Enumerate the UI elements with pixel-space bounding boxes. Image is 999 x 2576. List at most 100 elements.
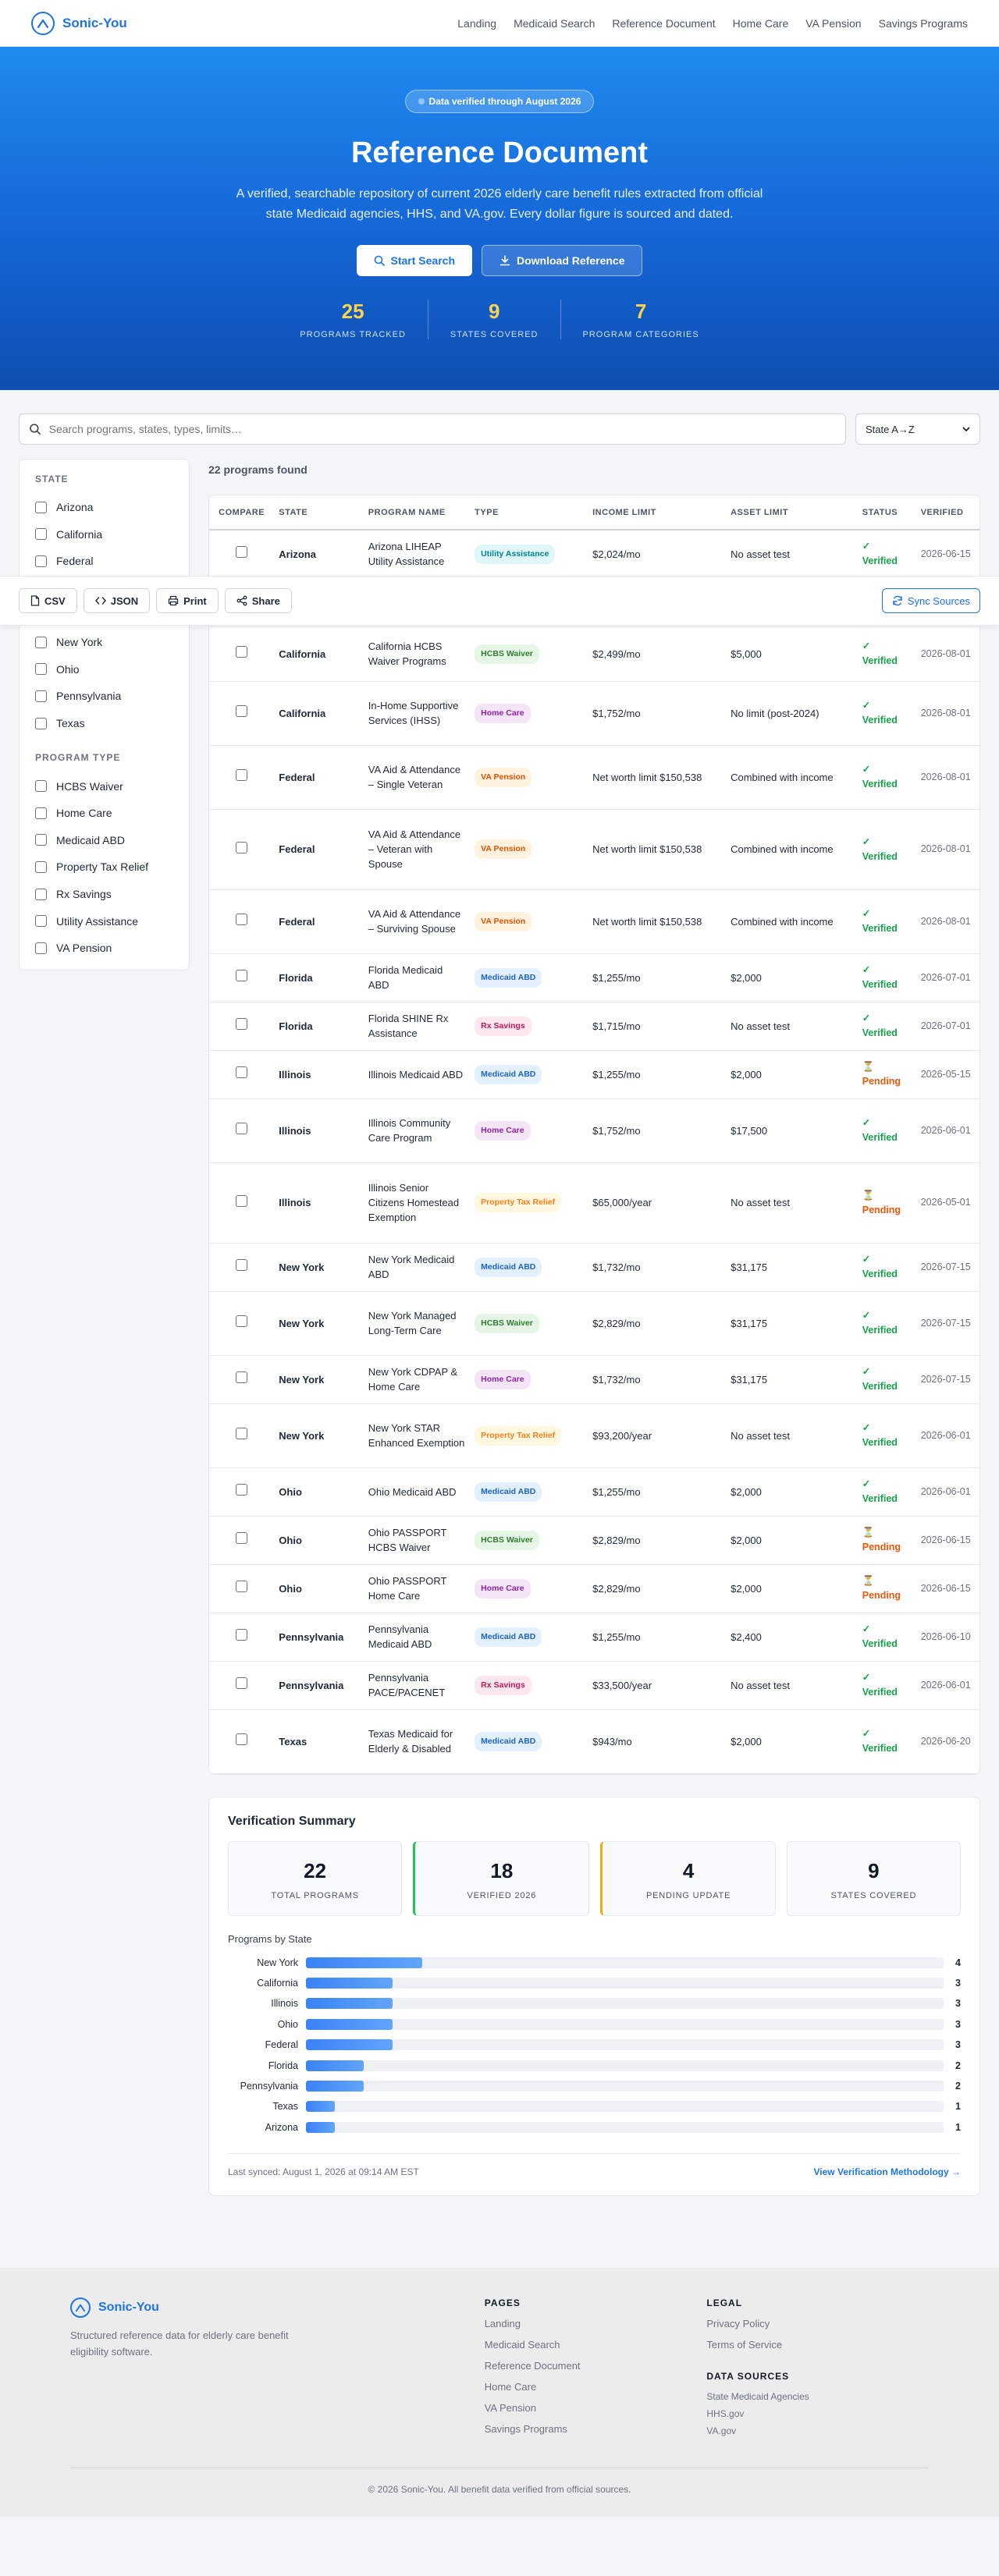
nav-link-home-care[interactable]: Home Care [733, 17, 789, 30]
table-row[interactable]: Federal VA Aid & Attendance – Surviving S… [209, 889, 979, 954]
column-header-compare[interactable]: COMPARE [209, 495, 275, 530]
table-row[interactable]: Illinois Illinois Senior Citizens Homeste… [209, 1162, 979, 1244]
compare-checkbox[interactable] [236, 1371, 248, 1383]
column-header-asset-limit[interactable]: ASSET LIMIT [726, 495, 858, 530]
type-filter-rx-savings[interactable]: Rx Savings [35, 881, 173, 908]
table-row[interactable]: Florida Florida Medicaid ABD Medicaid ABD $… [209, 953, 979, 1002]
table-row[interactable]: New York New York STAR Enhanced Exemption… [209, 1403, 979, 1468]
filter-checkbox[interactable] [35, 780, 47, 793]
view-methodology-link[interactable]: View Verification Methodology → [814, 2166, 961, 2177]
column-header-program-name[interactable]: PROGRAM NAME [363, 495, 471, 530]
table-row[interactable]: Ohio Ohio PASSPORT HCBS Waiver HCBS Waiver… [209, 1516, 979, 1565]
nav-link-landing[interactable]: Landing [457, 17, 496, 30]
column-header-status[interactable]: STATUS [857, 495, 916, 530]
export-json-button[interactable]: JSON [83, 588, 151, 613]
state-filter-pennsylvania[interactable]: Pennsylvania [35, 683, 173, 710]
sort-select[interactable]: State A→Z [855, 413, 980, 445]
filter-checkbox[interactable] [35, 915, 47, 928]
footer-link-home-care[interactable]: Home Care [485, 2381, 707, 2402]
table-row[interactable]: New York New York Managed Long-Term Care H… [209, 1291, 979, 1356]
type-filter-medicaid-abd[interactable]: Medicaid ABD [35, 827, 173, 854]
table-row[interactable]: Illinois Illinois Community Care Program H… [209, 1098, 979, 1163]
export-csv-button[interactable]: CSV [19, 588, 77, 613]
compare-checkbox[interactable] [236, 1066, 248, 1078]
compare-checkbox[interactable] [236, 1428, 248, 1439]
compare-checkbox[interactable] [236, 1259, 248, 1271]
filter-checkbox[interactable] [35, 888, 47, 900]
footer-link-medicaid-search[interactable]: Medicaid Search [485, 2339, 707, 2360]
compare-checkbox[interactable] [236, 1677, 248, 1689]
state-filter-arizona[interactable]: Arizona [35, 494, 173, 521]
table-row[interactable]: Florida Florida SHINE Rx Assistance Rx Sav… [209, 1002, 979, 1051]
type-filter-property-tax-relief[interactable]: Property Tax Relief [35, 853, 173, 881]
table-row[interactable]: Arizona Arizona LIHEAP Utility Assistance… [209, 530, 979, 579]
compare-checkbox[interactable] [236, 1315, 248, 1327]
state-filter-texas[interactable]: Texas [35, 710, 173, 737]
compare-checkbox[interactable] [236, 546, 248, 559]
type-filter-home-care[interactable]: Home Care [35, 800, 173, 827]
column-header-state[interactable]: STATE [274, 495, 364, 530]
filter-checkbox[interactable] [35, 717, 47, 729]
footer-link-state-medicaid-agencies[interactable]: State Medicaid Agencies [706, 2391, 929, 2408]
table-row[interactable]: Ohio Ohio PASSPORT Home Care Home Care $2,8… [209, 1564, 979, 1613]
compare-checkbox[interactable] [236, 1629, 248, 1641]
footer-link-terms-of-service[interactable]: Terms of Service [706, 2339, 929, 2360]
compare-checkbox[interactable] [236, 1194, 248, 1207]
table-row[interactable]: Pennsylvania Pennsylvania Medicaid ABD Med… [209, 1613, 979, 1662]
nav-link-medicaid-search[interactable]: Medicaid Search [514, 17, 595, 30]
table-row[interactable]: Texas Texas Medicaid for Elderly & Disabl… [209, 1709, 979, 1774]
compare-checkbox[interactable] [236, 1532, 248, 1544]
start-search-button[interactable]: Start Search [356, 245, 472, 276]
filter-checkbox[interactable] [35, 528, 47, 541]
footer-link-privacy-policy[interactable]: Privacy Policy [706, 2318, 929, 2339]
sync-sources-button[interactable]: Sync Sources [881, 588, 980, 613]
column-header-type[interactable]: TYPE [470, 495, 588, 530]
table-row[interactable]: Federal VA Aid & Attendance – Veteran wit… [209, 809, 979, 890]
compare-checkbox[interactable] [236, 970, 248, 981]
nav-link-va-pension[interactable]: VA Pension [805, 17, 861, 30]
filter-checkbox[interactable] [35, 663, 47, 676]
filter-checkbox[interactable] [35, 501, 47, 513]
filter-checkbox[interactable] [35, 690, 47, 702]
type-filter-utility-assistance[interactable]: Utility Assistance [35, 907, 173, 935]
table-row[interactable]: New York New York CDPAP & Home Care Home C… [209, 1355, 979, 1404]
footer-link-reference-document[interactable]: Reference Document [485, 2360, 707, 2381]
filter-checkbox[interactable] [35, 860, 47, 873]
compare-checkbox[interactable] [236, 1581, 248, 1592]
type-filter-va-pension[interactable]: VA Pension [35, 935, 173, 962]
state-filter-california[interactable]: California [35, 521, 173, 548]
brand[interactable]: Sonic-You [31, 11, 127, 35]
table-row[interactable]: California California HCBS Waiver Program… [209, 626, 979, 682]
table-row[interactable]: Illinois Illinois Medicaid ABD Medicaid AB… [209, 1050, 979, 1099]
compare-checkbox[interactable] [236, 705, 248, 717]
footer-brand[interactable]: Sonic-You [70, 2297, 485, 2318]
state-filter-federal[interactable]: Federal [35, 548, 173, 575]
footer-link-landing[interactable]: Landing [485, 2318, 707, 2339]
nav-link-reference-document[interactable]: Reference Document [612, 17, 715, 30]
filter-checkbox[interactable] [35, 555, 47, 567]
compare-checkbox[interactable] [236, 1018, 248, 1030]
share-button[interactable]: Share [224, 588, 292, 613]
footer-link-va-pension[interactable]: VA Pension [485, 2402, 707, 2423]
compare-checkbox[interactable] [236, 769, 248, 781]
footer-link-va-gov[interactable]: VA.gov [706, 2425, 929, 2443]
table-row[interactable]: New York New York Medicaid ABD Medicaid AB… [209, 1243, 979, 1292]
column-header-verified[interactable]: VERIFIED [915, 495, 979, 530]
state-filter-ohio[interactable]: Ohio [35, 656, 173, 683]
column-header-income-limit[interactable]: INCOME LIMIT [588, 495, 727, 530]
compare-checkbox[interactable] [236, 646, 248, 658]
filter-checkbox[interactable] [35, 636, 47, 648]
table-row[interactable]: Ohio Ohio Medicaid ABD Medicaid ABD $1,255/… [209, 1467, 979, 1517]
footer-link-hhs-gov[interactable]: HHS.gov [706, 2408, 929, 2425]
filter-checkbox[interactable] [35, 942, 47, 954]
compare-checkbox[interactable] [236, 914, 248, 925]
table-row[interactable]: California In-Home Supportive Services (I… [209, 681, 979, 746]
filter-checkbox[interactable] [35, 834, 47, 846]
compare-checkbox[interactable] [236, 1484, 248, 1496]
filter-checkbox[interactable] [35, 807, 47, 819]
search-input[interactable] [48, 423, 836, 435]
nav-link-savings-programs[interactable]: Savings Programs [879, 17, 968, 30]
table-row[interactable]: Federal VA Aid & Attendance – Single Vete… [209, 745, 979, 810]
type-filter-hcbs-waiver[interactable]: HCBS Waiver [35, 772, 173, 800]
state-filter-new-york[interactable]: New York [35, 629, 173, 656]
